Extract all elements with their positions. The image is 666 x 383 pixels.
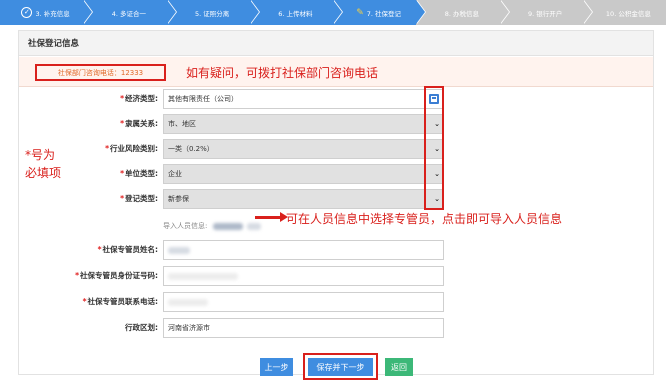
required-star: * xyxy=(75,271,79,280)
hotline-label: 社保部门咨询电话：12333 xyxy=(35,64,166,81)
required-star: * xyxy=(120,119,124,128)
industry-risk-value: 一类（0.2%） xyxy=(168,145,214,153)
step-cert-separation[interactable]: 5. 证照分离 xyxy=(166,0,261,25)
check-circle-icon: ✓ xyxy=(21,7,33,18)
import-hint-annotation: 可在人员信息中选择专管员，点击即可导入人员信息 xyxy=(286,212,563,226)
step-upload-materials[interactable]: 6. 上传材料 xyxy=(249,0,344,25)
pen-icon: ✎ xyxy=(356,7,364,18)
staff-link[interactable] xyxy=(246,222,261,230)
unit-type-value: 企业 xyxy=(168,170,182,178)
manager-phone-label-text: 社保专管员联系电话: xyxy=(87,297,159,306)
step-label: 7. 社保登记 xyxy=(366,9,402,18)
step-label: 4. 多证合一 xyxy=(111,9,147,18)
manager-phone-label: *社保专管员联系电话: xyxy=(30,292,158,312)
affiliation-label: *隶属关系: xyxy=(60,114,158,134)
required-annotation-line1: *号为 xyxy=(25,148,56,162)
manager-id-label-text: 社保专管员身份证号码: xyxy=(80,271,158,280)
annotation-highlight-box xyxy=(424,86,444,210)
industry-risk-label-text: 行业风险类别: xyxy=(110,144,158,153)
economic-type-value: 其他有限责任（公司） xyxy=(168,95,238,103)
affiliation-value: 市、地区 xyxy=(168,120,196,128)
step-label: 6. 上传材料 xyxy=(278,9,313,18)
economic-type-label: *经济类型: xyxy=(60,89,158,109)
unit-type-label: *单位类型: xyxy=(60,164,158,184)
unit-type-label-text: 单位类型: xyxy=(125,169,158,178)
industry-risk-select[interactable]: 一类（0.2%） ⌄ xyxy=(163,139,444,159)
import-staff-label: 导入人员信息: xyxy=(163,221,261,231)
step-multi-cert[interactable]: 4. 多证合一 xyxy=(83,0,177,25)
required-star: * xyxy=(120,194,124,203)
unit-type-select[interactable]: 企业 ⌄ xyxy=(163,164,444,184)
manager-name-label: *社保专管员姓名: xyxy=(40,240,158,260)
hotline-annotation: 如有疑问，可拨打社保部门咨询电话 xyxy=(186,66,379,80)
required-annotation-line2: 必填项 xyxy=(25,166,62,180)
required-star: * xyxy=(105,144,109,153)
economic-type-field[interactable]: 其他有限责任（公司） xyxy=(163,89,444,109)
notice-bar: 社保部门咨询电话：12333 如有疑问，可拨打社保部门咨询电话 xyxy=(19,57,653,87)
required-star: * xyxy=(120,169,124,178)
economic-type-label-text: 经济类型: xyxy=(125,94,158,103)
district-value: 河南省济源市 xyxy=(168,324,210,332)
step-label: 8. 办税信息 xyxy=(444,9,480,18)
registration-type-select[interactable]: 新参保 ⌄ xyxy=(163,189,444,209)
affiliation-select[interactable]: 市、地区 ⌄ xyxy=(163,114,444,134)
district-label-text: 行政区划: xyxy=(125,323,158,332)
required-star: * xyxy=(82,297,87,306)
import-staff-label-text: 导入人员信息: xyxy=(163,222,208,230)
blurred-value xyxy=(168,246,190,254)
affiliation-label-text: 隶属关系: xyxy=(125,119,158,128)
prev-step-button[interactable]: 上一步 xyxy=(260,358,293,376)
progress-steps: ✓ 3. 补充信息 4. 多证合一 5. 证照分离 6. 上传材料 ✎ 7. 社… xyxy=(0,0,666,25)
step-label: 5. 证照分离 xyxy=(194,9,230,18)
panel-title: 社保登记信息 xyxy=(19,31,653,56)
back-button[interactable]: 返回 xyxy=(385,358,413,376)
step-label: 9. 银行开户 xyxy=(527,9,563,18)
manager-phone-input[interactable] xyxy=(163,292,444,312)
registration-type-label: *登记类型: xyxy=(60,189,158,209)
step-label: 3. 补充信息 xyxy=(35,9,70,18)
manager-name-label-text: 社保专管员姓名: xyxy=(102,245,159,254)
step-label: 10. 公积金信息 xyxy=(605,9,651,18)
step-housing-fund[interactable]: 10. 公积金信息 xyxy=(582,0,666,25)
step-social-security[interactable]: ✎ 7. 社保登记 xyxy=(333,0,427,25)
step-bank-account[interactable]: 9. 银行开户 xyxy=(499,0,594,25)
blurred-value xyxy=(168,272,238,280)
required-star: * xyxy=(97,245,102,254)
district-field[interactable]: 河南省济源市 xyxy=(163,318,444,338)
manager-id-input[interactable] xyxy=(163,266,444,286)
manager-name-input[interactable] xyxy=(163,240,444,260)
blurred-value xyxy=(168,298,208,306)
annotation-arrow xyxy=(255,212,288,222)
required-star: * xyxy=(120,94,124,103)
registration-type-label-text: 登记类型: xyxy=(125,194,158,203)
step-tax-info[interactable]: 8. 办税信息 xyxy=(416,0,510,25)
save-next-button[interactable]: 保存并下一步 xyxy=(308,358,373,376)
step-supplement-info[interactable]: ✓ 3. 补充信息 xyxy=(0,0,94,25)
district-label: 行政区划: xyxy=(60,318,158,338)
manager-id-label: *社保专管员身份证号码: xyxy=(20,266,158,286)
staff-link[interactable] xyxy=(212,222,243,230)
registration-type-value: 新参保 xyxy=(168,195,189,203)
industry-risk-label: *行业风险类别: xyxy=(60,139,158,159)
